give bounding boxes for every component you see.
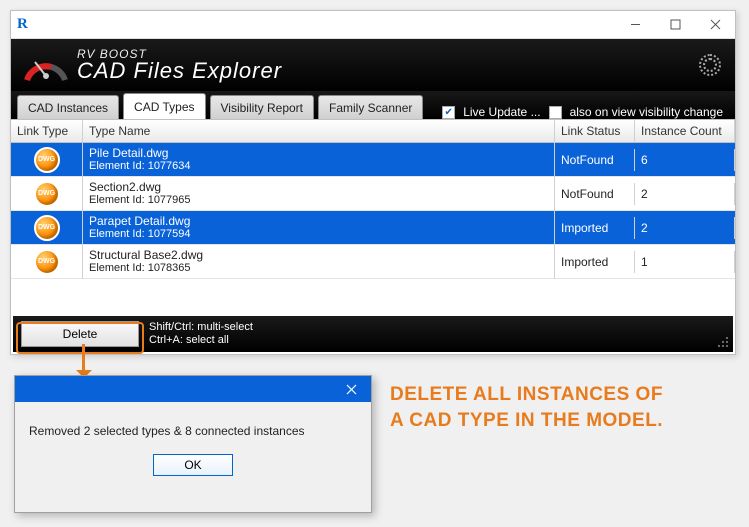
row-status: NotFound (555, 149, 635, 171)
row-filename: Parapet Detail.dwg (89, 214, 548, 228)
tabbar: CAD Instances CAD Types Visibility Repor… (11, 91, 735, 119)
table-row[interactable]: DWG Section2.dwg Element Id: 1077965 Not… (11, 177, 735, 211)
titlebar: R (11, 11, 735, 39)
row-element-id: Element Id: 1077965 (89, 194, 548, 207)
delete-button[interactable]: Delete (21, 321, 139, 347)
row-status: NotFound (555, 183, 635, 205)
row-filename: Structural Base2.dwg (89, 248, 548, 262)
dialog-message: Removed 2 selected types & 8 connected i… (15, 402, 371, 448)
row-count: 2 (635, 217, 735, 239)
grid-header: Link Type Type Name Link Status Instance… (11, 120, 735, 143)
grid: Link Type Type Name Link Status Instance… (11, 119, 735, 279)
header-line2: CAD Files Explorer (77, 60, 282, 82)
also-on-view-label: also on view visibility change (570, 105, 723, 119)
dialog-titlebar (15, 376, 371, 402)
dwg-icon: DWG (34, 249, 60, 275)
ok-button[interactable]: OK (153, 454, 233, 476)
dwg-icon: DWG (34, 147, 60, 173)
gauge-icon (23, 44, 69, 86)
maximize-button[interactable] (655, 11, 695, 39)
dwg-icon: DWG (34, 181, 60, 207)
col-type-name[interactable]: Type Name (83, 120, 555, 142)
message-dialog: Removed 2 selected types & 8 connected i… (14, 375, 372, 513)
row-element-id: Element Id: 1077594 (89, 228, 548, 241)
row-status: Imported (555, 251, 635, 273)
also-on-view-checkbox[interactable] (549, 106, 562, 119)
col-link-type[interactable]: Link Type (11, 120, 83, 142)
users-icon[interactable] (699, 54, 721, 76)
tab-cad-types[interactable]: CAD Types (123, 93, 205, 119)
dwg-icon: DWG (34, 215, 60, 241)
row-filename: Pile Detail.dwg (89, 146, 548, 160)
live-update-checkbox[interactable] (442, 106, 455, 119)
row-count: 6 (635, 149, 735, 171)
row-count: 2 (635, 183, 735, 205)
footer-bar: Delete Shift/Ctrl: multi-select Ctrl+A: … (13, 316, 733, 352)
grid-body: DWG Pile Detail.dwg Element Id: 1077634 … (11, 143, 735, 279)
row-element-id: Element Id: 1077634 (89, 160, 548, 173)
minimize-button[interactable] (615, 11, 655, 39)
header-ribbon: RV BOOST CAD Files Explorer (11, 39, 735, 91)
dialog-close-button[interactable] (331, 376, 371, 402)
row-filename: Section2.dwg (89, 180, 548, 194)
annotation-line2: A CAD TYPE IN THE MODEL. (390, 408, 730, 434)
hint-selectall: Ctrl+A: select all (149, 334, 253, 347)
col-instance-count[interactable]: Instance Count (635, 120, 735, 142)
tab-visibility-report[interactable]: Visibility Report (210, 95, 314, 119)
hint-multiselect: Shift/Ctrl: multi-select (149, 321, 253, 334)
tabbar-right-controls: Live Update ... also on view visibility … (442, 105, 729, 119)
app-icon: R (17, 16, 35, 34)
row-status: Imported (555, 217, 635, 239)
table-row[interactable]: DWG Structural Base2.dwg Element Id: 107… (11, 245, 735, 279)
selection-hints: Shift/Ctrl: multi-select Ctrl+A: select … (149, 321, 253, 347)
main-window: R RV BOOST CAD Files Explorer CAD Insta (10, 10, 736, 355)
row-count: 1 (635, 251, 735, 273)
col-link-status[interactable]: Link Status (555, 120, 635, 142)
tab-cad-instances[interactable]: CAD Instances (17, 95, 119, 119)
tab-family-scanner[interactable]: Family Scanner (318, 95, 423, 119)
annotation-callout: DELETE ALL INSTANCES OF A CAD TYPE IN TH… (390, 382, 730, 433)
live-update-label: Live Update ... (463, 105, 540, 119)
close-button[interactable] (695, 11, 735, 39)
annotation-line1: DELETE ALL INSTANCES OF (390, 382, 730, 408)
table-row[interactable]: DWG Pile Detail.dwg Element Id: 1077634 … (11, 143, 735, 177)
table-row[interactable]: DWG Parapet Detail.dwg Element Id: 10775… (11, 211, 735, 245)
header-text: RV BOOST CAD Files Explorer (77, 48, 282, 82)
row-element-id: Element Id: 1078365 (89, 262, 548, 275)
resize-grip[interactable] (716, 335, 730, 349)
